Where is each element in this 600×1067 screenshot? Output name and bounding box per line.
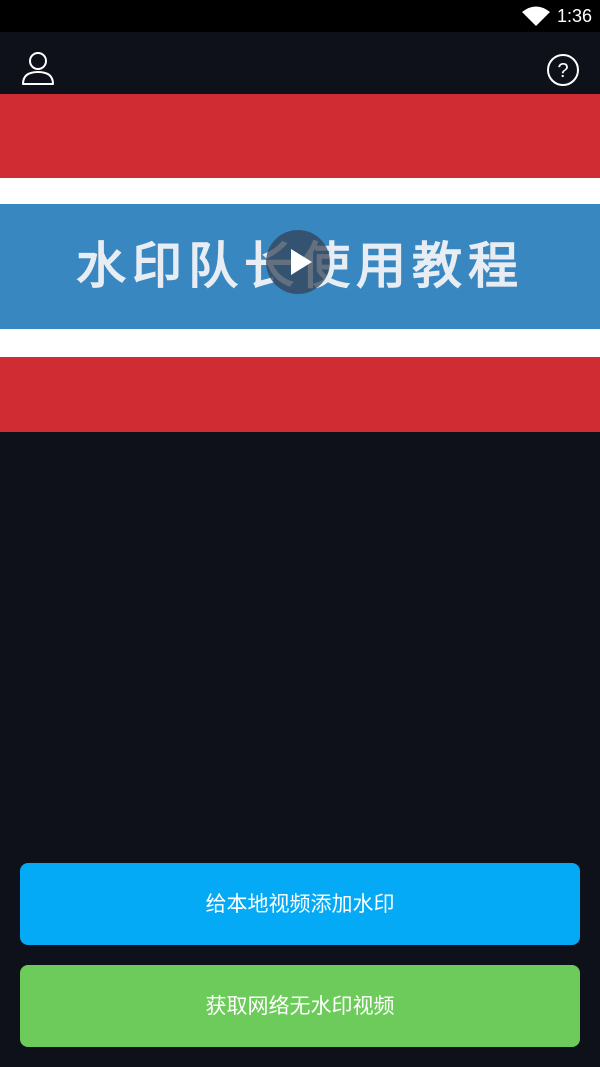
add-watermark-button[interactable]: 给本地视频添加水印	[20, 863, 580, 945]
play-button[interactable]	[266, 230, 330, 294]
app-screen: 1:36 ? 水印队长使用教程 给本地视频添加水印 获取网络无水印视频	[0, 0, 600, 1067]
get-no-watermark-video-button[interactable]: 获取网络无水印视频	[20, 965, 580, 1047]
help-icon[interactable]: ?	[546, 53, 580, 87]
tutorial-video-banner[interactable]: 水印队长使用教程	[0, 94, 600, 432]
status-bar: 1:36	[0, 0, 600, 32]
banner-stripe-red-top	[0, 94, 600, 178]
banner-stripe-white-top	[0, 178, 600, 204]
status-time: 1:36	[556, 6, 592, 26]
svg-text:?: ?	[557, 60, 568, 82]
banner-stripe-white-bottom	[0, 329, 600, 357]
wifi-icon	[522, 6, 550, 26]
play-icon	[291, 249, 312, 275]
banner-stripe-red-bottom	[0, 357, 600, 432]
user-icon[interactable]	[20, 50, 56, 86]
top-app-bar: ?	[0, 32, 600, 94]
